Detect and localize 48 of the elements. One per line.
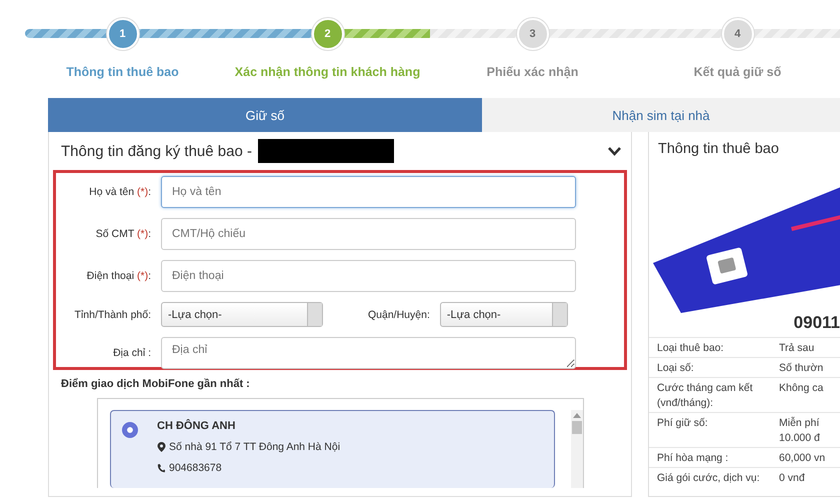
phone-icon — [157, 463, 166, 473]
field-label: Tỉnh/Thành phố: — [74, 308, 151, 320]
map-pin-icon — [157, 442, 166, 452]
store-address: Số nhà 91 Tổ 7 TT Đông Anh Hà Nội — [169, 441, 340, 453]
info-label: Loại thuê bao: — [657, 341, 725, 356]
input-field[interactable]: Điện thoại — [161, 260, 576, 292]
scroll-up-icon — [573, 413, 581, 418]
panel-title: Thông tin thuê bao — [657, 140, 780, 159]
radio-button[interactable] — [122, 422, 138, 438]
tab[interactable]: Nhận sim tại nhà — [482, 98, 840, 132]
field-label: Số CMT (*): — [94, 228, 151, 240]
store-item[interactable]: CH ĐÔNG ANH Số nhà 91 Tổ 7 TT Đông Anh Hà Nội 904683678 — [110, 410, 555, 488]
info-value: Miễn phí 10.000 đ — [779, 416, 821, 446]
input-field[interactable]: Họ và tên — [161, 176, 576, 208]
info-value: 60,000 vn — [779, 451, 826, 466]
tab[interactable]: Giữ số — [48, 98, 482, 132]
field-label: Điện thoại (*): — [86, 270, 151, 282]
store-name: CH ĐÔNG ANH — [157, 420, 236, 432]
scrollbar-thumb[interactable] — [572, 421, 582, 434]
info-label: Giá gói cước, dịch vụ: — [657, 471, 761, 486]
address-field[interactable]: Địa chỉ — [161, 337, 576, 369]
info-value: Trả sau — [779, 341, 816, 356]
section-label: Điểm giao dịch MobiFone gần nhất : — [61, 378, 251, 390]
store-phone: 904683678 — [169, 462, 222, 474]
step-marker: 1 — [106, 18, 138, 50]
step-label: Kết quả giữ số — [694, 65, 782, 79]
step-label: Xác nhận thông tin khách hàng — [234, 65, 420, 79]
info-label: Cước tháng cam kết (vnđ/tháng): — [657, 381, 754, 411]
info-label: Phí giữ số: — [657, 416, 709, 431]
field-label: Quận/Huyện: — [368, 308, 430, 320]
phone-number: 09011 — [792, 313, 840, 334]
panel-title: Thông tin đăng ký thuê bao - — [61, 142, 252, 160]
scrollbar[interactable] — [571, 410, 583, 488]
info-value: Không ca — [779, 381, 824, 396]
step-marker: 4 — [722, 18, 754, 50]
info-value: 0 vnđ — [779, 471, 806, 486]
input-field[interactable]: CMT/Hộ chiếu — [161, 218, 576, 250]
info-label: Loại số: — [657, 361, 695, 376]
step-label: Thông tin thuê bao — [66, 65, 179, 79]
step-marker: 2 — [312, 18, 344, 50]
dropdown[interactable]: -Lựa chọn- — [440, 302, 568, 327]
field-label: Địa chỉ : — [112, 347, 151, 359]
step-label: Phiếu xác nhận — [486, 65, 578, 79]
dropdown[interactable]: -Lựa chọn- — [161, 302, 323, 327]
step-marker: 3 — [516, 18, 548, 50]
field-label: Họ và tên (*): — [88, 186, 151, 198]
info-value: Số thườn — [779, 361, 824, 376]
info-label: Phí hòa mạng : — [657, 451, 730, 466]
